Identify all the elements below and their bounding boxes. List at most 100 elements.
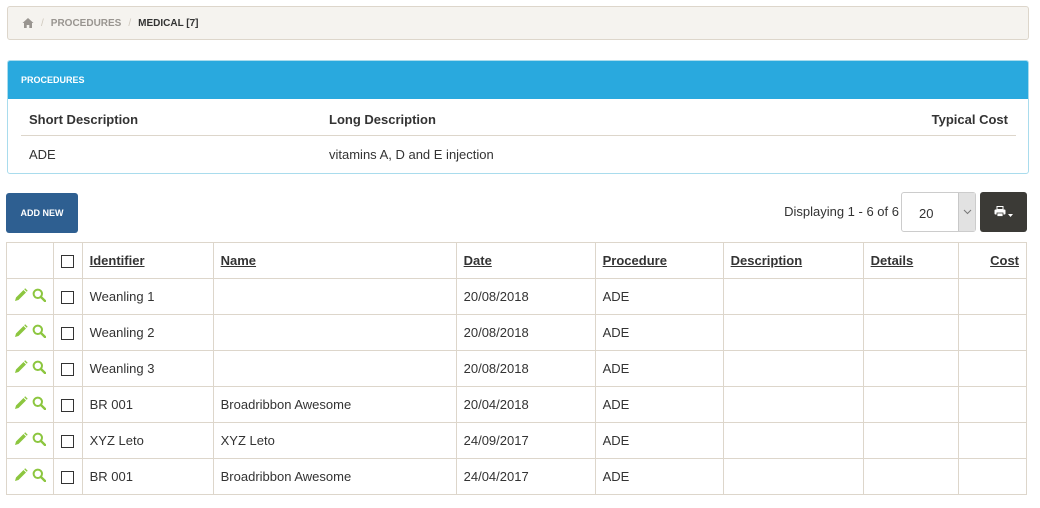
- row-select-cell: [52, 314, 83, 351]
- details-cell: [862, 278, 959, 315]
- col-procedure[interactable]: Procedure: [594, 242, 724, 279]
- procedure-row: ADE vitamins A, D and E injection: [21, 136, 1016, 173]
- view-icon[interactable]: [32, 324, 46, 341]
- records-table: Identifier Name Date Procedure Descripti…: [6, 242, 1028, 495]
- panel-title: PROCEDURES: [8, 61, 1028, 99]
- procedure-cell: ADE: [594, 314, 724, 351]
- col-date[interactable]: Date: [455, 242, 596, 279]
- row-checkbox[interactable]: [60, 327, 74, 341]
- col-description[interactable]: Description: [722, 242, 864, 279]
- sort-identifier-link[interactable]: Identifier: [90, 253, 145, 268]
- select-all-checkbox[interactable]: [60, 255, 74, 269]
- name-cell: Broadribbon Awesome: [212, 386, 457, 423]
- long-description: vitamins A, D and E injection: [329, 147, 494, 162]
- col-cost[interactable]: Cost: [957, 242, 1028, 279]
- procedure-header-row: Short Description Long Description Typic…: [21, 99, 1016, 136]
- cost-cell: [957, 386, 1028, 423]
- edit-icon[interactable]: [14, 396, 28, 413]
- cost-cell: [957, 278, 1028, 315]
- cost-cell: [957, 458, 1028, 495]
- procedures-panel: PROCEDURES Short Description Long Descri…: [7, 60, 1029, 174]
- cost-cell: [957, 314, 1028, 351]
- date-cell: 20/08/2018: [455, 314, 596, 351]
- description-cell: [722, 350, 864, 387]
- procedure-cell: ADE: [594, 422, 724, 459]
- row-checkbox[interactable]: [60, 363, 74, 377]
- col-long-description: Long Description: [329, 111, 436, 127]
- row-actions: [6, 278, 54, 315]
- procedure-cell: ADE: [594, 350, 724, 387]
- details-cell: [862, 386, 959, 423]
- date-cell: 20/08/2018: [455, 278, 596, 315]
- table-row: XYZ Leto XYZ Leto 24/09/2017 ADE: [6, 422, 1028, 459]
- details-cell: [862, 458, 959, 495]
- view-icon[interactable]: [32, 432, 46, 449]
- date-cell: 24/09/2017: [455, 422, 596, 459]
- identifier-cell: BR 001: [81, 386, 214, 423]
- row-actions: [6, 386, 54, 423]
- edit-icon[interactable]: [14, 324, 28, 341]
- identifier-cell: XYZ Leto: [81, 422, 214, 459]
- add-new-button[interactable]: ADD NEW: [6, 193, 78, 233]
- sort-description-link[interactable]: Description: [731, 253, 803, 268]
- row-checkbox[interactable]: [60, 399, 74, 413]
- breadcrumb-separator: /: [41, 17, 44, 29]
- view-icon[interactable]: [32, 360, 46, 377]
- chevron-down-icon[interactable]: [958, 193, 975, 231]
- table-row: Weanling 3 20/08/2018 ADE: [6, 350, 1028, 387]
- sort-name-link[interactable]: Name: [221, 253, 256, 268]
- view-icon[interactable]: [32, 288, 46, 305]
- row-checkbox[interactable]: [60, 471, 74, 485]
- col-details[interactable]: Details: [862, 242, 959, 279]
- select-all-header: [52, 242, 83, 279]
- procedure-cell: ADE: [594, 278, 724, 315]
- breadcrumb-separator: /: [128, 17, 132, 29]
- date-cell: 20/08/2018: [455, 350, 596, 387]
- print-button[interactable]: [980, 192, 1027, 232]
- description-cell: [722, 314, 864, 351]
- name-cell: Broadribbon Awesome: [212, 458, 457, 495]
- row-checkbox[interactable]: [60, 291, 74, 305]
- sort-details-link[interactable]: Details: [871, 253, 914, 268]
- table-row: Weanling 1 20/08/2018 ADE: [6, 278, 1028, 315]
- sort-procedure-link[interactable]: Procedure: [603, 253, 667, 268]
- name-cell: XYZ Leto: [212, 422, 457, 459]
- cost-cell: [957, 422, 1028, 459]
- sort-date-link[interactable]: Date: [464, 253, 492, 268]
- col-identifier[interactable]: Identifier: [81, 242, 214, 279]
- edit-icon[interactable]: [14, 360, 28, 377]
- row-actions: [6, 314, 54, 351]
- identifier-cell: Weanling 2: [81, 314, 214, 351]
- cost-cell: [957, 350, 1028, 387]
- edit-icon[interactable]: [14, 432, 28, 449]
- view-icon[interactable]: [32, 396, 46, 413]
- breadcrumb-item-medical: MEDICAL [7]: [138, 17, 199, 29]
- details-cell: [862, 422, 959, 459]
- date-cell: 24/04/2017: [455, 458, 596, 495]
- actions-header: [6, 242, 54, 279]
- edit-icon[interactable]: [14, 468, 28, 485]
- date-cell: 20/04/2018: [455, 386, 596, 423]
- description-cell: [722, 458, 864, 495]
- col-name[interactable]: Name: [212, 242, 457, 279]
- table-row: BR 001 Broadribbon Awesome 20/04/2018 AD…: [6, 386, 1028, 423]
- row-actions: [6, 422, 54, 459]
- identifier-cell: BR 001: [81, 458, 214, 495]
- description-cell: [722, 386, 864, 423]
- breadcrumb: / PROCEDURES / MEDICAL [7]: [7, 6, 1029, 40]
- col-short-description: Short Description: [29, 111, 139, 127]
- row-checkbox[interactable]: [60, 435, 74, 449]
- procedure-cell: ADE: [594, 386, 724, 423]
- print-icon: [994, 205, 1006, 220]
- procedure-info-table: Short Description Long Description Typic…: [21, 99, 1016, 173]
- edit-icon[interactable]: [14, 288, 28, 305]
- page-size-select[interactable]: 20: [901, 192, 976, 232]
- row-select-cell: [52, 350, 83, 387]
- breadcrumb-item-procedures[interactable]: PROCEDURES: [51, 18, 122, 29]
- sort-cost-link[interactable]: Cost: [990, 253, 1019, 268]
- col-typical-cost: Typical Cost: [931, 111, 1008, 127]
- row-actions: [6, 458, 54, 495]
- home-icon[interactable]: [22, 17, 34, 29]
- description-cell: [722, 422, 864, 459]
- view-icon[interactable]: [32, 468, 46, 485]
